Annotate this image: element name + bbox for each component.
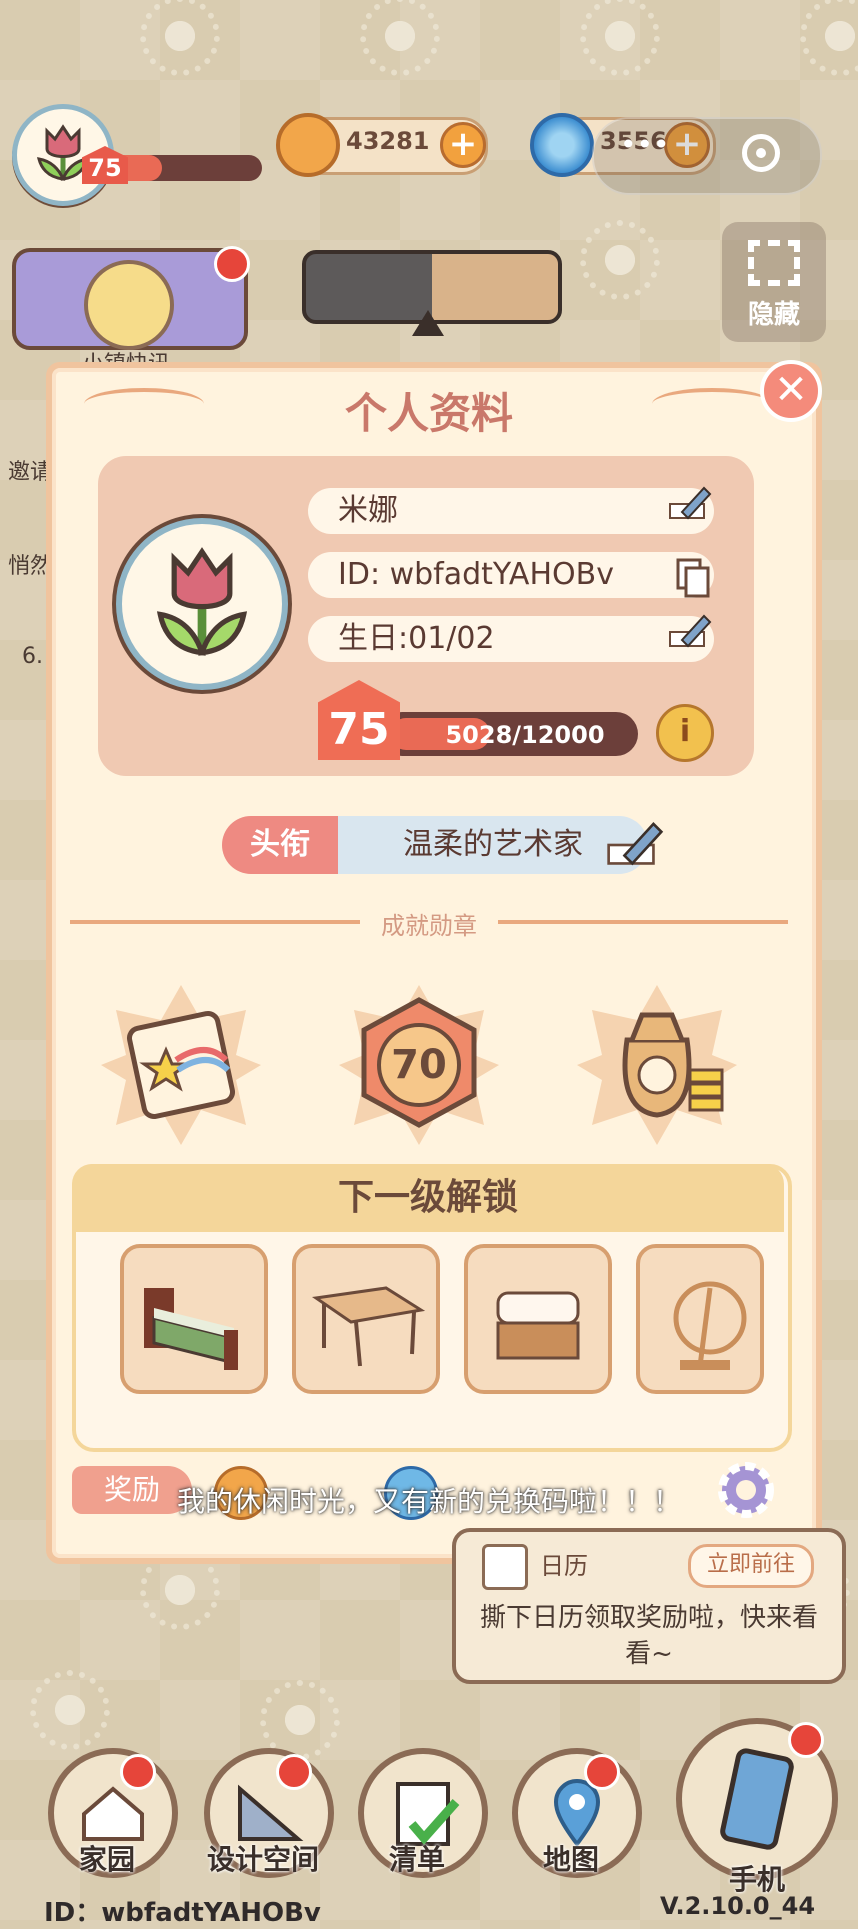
footer-id: ID：wbfadtYAHOBv [44, 1898, 321, 1928]
more-menu-button[interactable]: ••• [620, 128, 670, 161]
background-sun-icon [360, 0, 440, 76]
id-field: ID: wbfadtYAHOBv [308, 552, 714, 598]
bed-icon [144, 1288, 238, 1370]
profile-avatar[interactable] [116, 518, 288, 690]
stool-icon [496, 1291, 580, 1360]
edit-title-icon[interactable] [606, 816, 664, 874]
nav-design-label: 设计空间 [206, 1843, 319, 1876]
coin-icon [276, 113, 340, 177]
unlock-item-bed[interactable] [120, 1244, 268, 1394]
title-value: 温柔的艺术家 [338, 816, 648, 874]
level-70-medal-icon[interactable]: 70 [334, 980, 504, 1150]
background-sun-icon [580, 220, 660, 300]
nav-design-dot [276, 1754, 312, 1790]
expand-frame-icon [748, 240, 800, 286]
background-sun-icon [260, 1680, 340, 1760]
close-app-button[interactable] [742, 134, 780, 172]
arrow-up-icon [412, 310, 444, 336]
notification-dot [214, 246, 250, 282]
table-icon [311, 1286, 426, 1367]
clock-icon [84, 260, 174, 350]
name-field: 米娜 [308, 488, 714, 534]
title-label: 头衔 [222, 816, 338, 874]
tooltip-title: 日历 [540, 1552, 588, 1580]
xp-text: 5028/12000 [445, 721, 605, 749]
hide-label: 隐藏 [747, 300, 800, 330]
achievements-label: 成就勋章 [381, 912, 477, 940]
tooltip-description: 撕下日历领取奖励啦，快来看看~ [479, 1603, 818, 1669]
unlock-header: 下一级解锁 [72, 1164, 784, 1232]
gem-swirl-icon [530, 113, 594, 177]
close-button[interactable]: ✕ [760, 360, 822, 422]
side-counter: 6. [22, 644, 43, 669]
medal-70-text: 70 [391, 1042, 447, 1088]
background-sun-icon [140, 0, 220, 76]
footer-version: V.2.10.0_44 [660, 1892, 816, 1920]
event-banner[interactable] [12, 248, 248, 350]
edit-birthday-icon[interactable] [668, 610, 712, 654]
unlock-item-stand[interactable] [636, 1244, 764, 1394]
info-button[interactable]: i [656, 704, 714, 762]
edit-name-icon[interactable] [668, 482, 712, 526]
go-now-button[interactable]: 立即前往 [688, 1544, 814, 1588]
hide-button[interactable]: 隐藏 [722, 222, 826, 342]
background-sun-icon [800, 0, 858, 76]
birthday-field: 生日:01/02 [308, 616, 714, 662]
copy-icon[interactable] [672, 556, 716, 600]
video-subtitle: 我的休闲时光，又有新的兑换码啦！！！ [176, 1485, 681, 1518]
calendar-icon [482, 1544, 528, 1590]
unlock-item-stool[interactable] [464, 1244, 612, 1394]
decorative-stand-icon [673, 1281, 747, 1370]
background-sun-icon [30, 1670, 110, 1750]
nav-phone-dot [788, 1722, 824, 1758]
background-sun-icon [140, 1550, 220, 1630]
background-sun-icon [580, 0, 660, 76]
record-dot-icon [756, 148, 766, 158]
add-coins-button[interactable]: + [440, 122, 486, 168]
nav-home-dot [120, 1754, 156, 1790]
nav-home-label: 家园 [78, 1843, 135, 1876]
tulip-icon [156, 547, 248, 656]
nav-map-label: 地图 [542, 1843, 599, 1876]
nav-map-dot [584, 1754, 620, 1790]
star-scroll-medal-icon[interactable] [96, 980, 266, 1150]
unlock-item-table[interactable] [292, 1244, 440, 1394]
panel-title: 个人资料 [344, 389, 513, 438]
coin-value: 43281 [346, 127, 430, 155]
nav-checklist-label: 清单 [388, 1843, 445, 1876]
money-bag-medal-icon[interactable] [572, 980, 742, 1150]
